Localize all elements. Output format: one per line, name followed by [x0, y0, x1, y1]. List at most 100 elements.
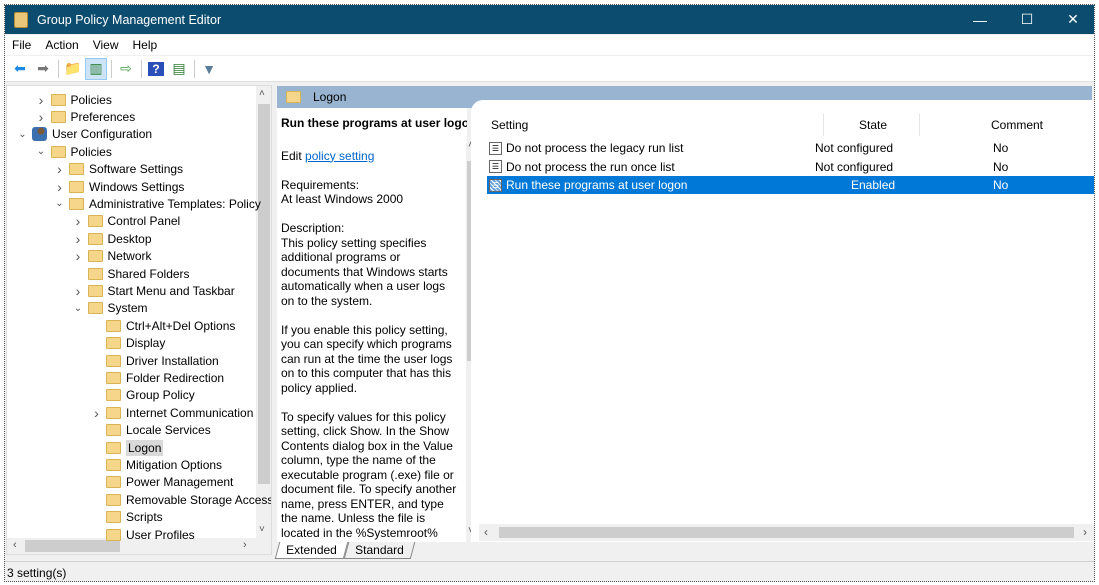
- requirements-label: Requirements:: [281, 177, 360, 192]
- console-tree: ˄ ˅ ‹ › › Policies › Preferences ⌄ User Confi…: [6, 85, 272, 555]
- description-paragraph: To specify values for this policy settin…: [281, 409, 457, 543]
- close-button[interactable]: ✕: [1050, 5, 1094, 34]
- requirements-value: At least Windows 2000: [281, 192, 404, 206]
- tree-item[interactable]: ⌄ Administrative Templates: Policy: [54, 195, 261, 212]
- description-pane: Run these programs at user logon Edit po…: [277, 108, 467, 542]
- tree-item[interactable]: Shared Folders: [73, 265, 190, 282]
- back-arrow-button[interactable]: ⬅: [9, 58, 31, 80]
- scroll-up-icon[interactable]: ˄: [259, 88, 265, 99]
- tree-item[interactable]: Ctrl+Alt+Del Options: [91, 317, 235, 334]
- tree-item-label: Power Management: [126, 475, 234, 490]
- tree-item[interactable]: Scripts: [91, 509, 163, 526]
- chevron-down-icon[interactable]: ⌄: [54, 198, 65, 209]
- tree-item[interactable]: Folder Redirection: [91, 369, 224, 386]
- tree-item[interactable]: › Network: [73, 248, 152, 265]
- menu-help[interactable]: Help: [126, 38, 165, 52]
- edit-policy-link[interactable]: policy setting: [305, 149, 374, 163]
- menu-action[interactable]: Action: [38, 38, 85, 52]
- toolbar-separator: [141, 59, 142, 78]
- scroll-left-icon[interactable]: ‹: [13, 539, 17, 551]
- list-row[interactable]: ☰ Do not process the run once list Not c…: [487, 158, 1094, 176]
- chevron-down-icon[interactable]: ⌄: [17, 129, 28, 140]
- column-divider[interactable]: [823, 114, 824, 136]
- tree-item[interactable]: › Software Settings: [54, 161, 183, 178]
- tree-item[interactable]: Logon: [91, 439, 164, 456]
- export-list-button[interactable]: ⇨: [115, 58, 137, 80]
- tree-vertical-scrollbar[interactable]: ˄ ˅: [256, 86, 271, 538]
- maximize-button[interactable]: ☐: [1004, 5, 1050, 34]
- help-button[interactable]: ?: [145, 58, 167, 80]
- column-comment[interactable]: Comment: [991, 118, 1043, 132]
- folder-icon: [106, 458, 121, 471]
- view-tabs: Extended Standard: [274, 542, 415, 559]
- chevron-down-icon[interactable]: ⌄: [73, 303, 84, 314]
- forward-arrow-button[interactable]: ➡: [32, 58, 54, 80]
- tree-item[interactable]: › Start Menu and Taskbar: [73, 282, 235, 299]
- tree-item[interactable]: › Control Panel: [73, 213, 181, 230]
- chevron-right-icon[interactable]: ›: [73, 213, 84, 229]
- folder-icon: [106, 493, 121, 506]
- chevron-right-icon[interactable]: ›: [73, 248, 84, 264]
- show-hide-console-tree-button[interactable]: ▥: [85, 57, 107, 80]
- tree-item-label: Display: [126, 336, 166, 351]
- up-folder-button[interactable]: 📁: [62, 58, 84, 80]
- tree-item[interactable]: Group Policy: [91, 387, 195, 404]
- chevron-right-icon[interactable]: ›: [73, 231, 84, 247]
- chevron-right-icon[interactable]: ›: [54, 161, 65, 177]
- chevron-right-icon[interactable]: ›: [73, 283, 84, 299]
- tree-item-label: Preferences: [70, 109, 136, 124]
- tab-extended[interactable]: Extended: [274, 542, 348, 559]
- tree-item[interactable]: Locale Services: [91, 422, 211, 439]
- tree-item[interactable]: › Policies: [36, 91, 112, 108]
- scroll-right-icon[interactable]: ›: [1083, 525, 1087, 539]
- tree-item[interactable]: Power Management: [91, 474, 233, 491]
- column-setting[interactable]: Setting: [491, 118, 528, 132]
- folder-icon: [106, 511, 121, 524]
- scroll-left-icon[interactable]: ‹: [484, 525, 488, 539]
- tree-item[interactable]: Removable Storage Access: [91, 491, 272, 508]
- tree-item[interactable]: › Preferences: [36, 108, 136, 125]
- list-row[interactable]: ☰ Run these programs at user logon Enabl…: [487, 176, 1094, 195]
- column-divider[interactable]: [919, 114, 920, 136]
- tree-item[interactable]: User Profiles: [91, 526, 195, 543]
- menu-view[interactable]: View: [86, 38, 126, 52]
- tree-item[interactable]: › Desktop: [73, 230, 152, 247]
- chevron-right-icon[interactable]: ›: [36, 109, 47, 125]
- tree-item[interactable]: ⌄ System: [73, 300, 148, 317]
- tree-item-label: Removable Storage Access: [126, 492, 272, 507]
- column-state[interactable]: State: [859, 118, 887, 132]
- scroll-down-icon[interactable]: ˅: [259, 524, 265, 535]
- minimize-button[interactable]: —: [957, 5, 1003, 34]
- tree-item-label: Policies: [70, 144, 112, 159]
- tree-item[interactable]: › Windows Settings: [54, 178, 184, 195]
- tree-item-label: Locale Services: [126, 423, 211, 438]
- tree-item[interactable]: Display: [91, 335, 165, 352]
- folder-icon: [69, 180, 84, 193]
- list-row[interactable]: ☰ Do not process the legacy run list Not…: [487, 139, 1094, 157]
- chevron-right-icon[interactable]: ›: [54, 179, 65, 195]
- tree-item[interactable]: ⌄ Policies: [36, 143, 112, 160]
- folder-icon: [87, 302, 103, 315]
- tree-item[interactable]: › Internet Communication: [91, 404, 253, 421]
- policy-setting-icon: ☰: [489, 160, 502, 174]
- folder-icon: [50, 145, 66, 158]
- folder-icon: [106, 319, 121, 332]
- chevron-right-icon[interactable]: ›: [91, 405, 102, 421]
- menu-file[interactable]: File: [5, 38, 38, 52]
- list-horizontal-scrollbar[interactable]: ‹ ›: [479, 524, 1094, 541]
- tree-item-label: Administrative Templates: Policy: [89, 196, 261, 211]
- tree-item[interactable]: Driver Installation: [91, 352, 219, 369]
- show-action-pane-button[interactable]: ▤: [168, 58, 190, 80]
- filter-button[interactable]: ▼: [198, 58, 220, 80]
- chevron-down-icon[interactable]: ⌄: [36, 146, 47, 157]
- chevron-right-icon[interactable]: ›: [36, 92, 47, 108]
- scroll-thumb[interactable]: [499, 527, 1074, 538]
- scroll-thumb[interactable]: [258, 104, 270, 484]
- setting-comment: No: [993, 159, 1009, 174]
- scroll-right-icon[interactable]: ›: [243, 539, 247, 551]
- tree-item[interactable]: ⌄ User Configuration: [17, 126, 152, 143]
- tree-item-label: Group Policy: [126, 388, 195, 403]
- tab-standard[interactable]: Standard: [343, 542, 415, 559]
- tree-item[interactable]: Mitigation Options: [91, 456, 222, 473]
- filter-icon: ▼: [202, 60, 216, 77]
